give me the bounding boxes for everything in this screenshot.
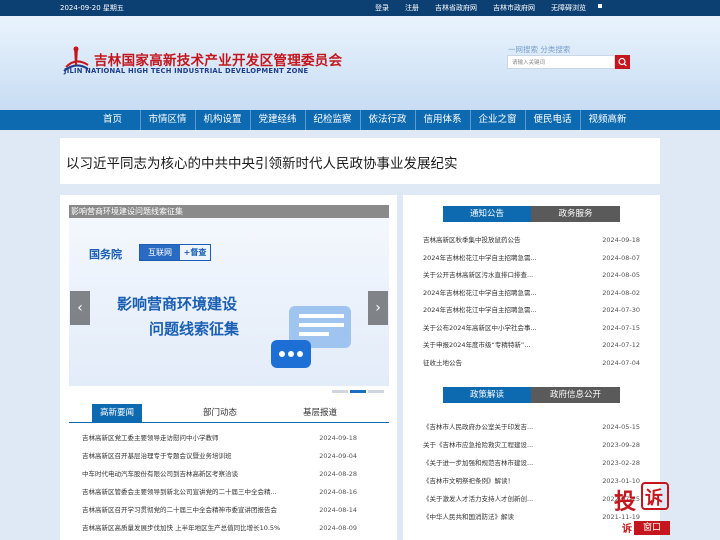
tab-notice[interactable]: 通知公告 [443, 206, 531, 222]
top-bar: 2024-09-20 星期五 登录 注册 吉林省政府网 吉林市政府网 无障碍浏览 [0, 0, 720, 16]
nav-law[interactable]: 依法行政 [361, 110, 416, 130]
list-item[interactable]: 征收土地公告 2024-07-04 [423, 356, 640, 370]
complaint-window-widget[interactable]: 投 诉 诉 窗口 [614, 482, 684, 540]
list-item[interactable]: 吉林高新区高质量发展步伐加快 上半年地区生产总值同比增长10.5% 2024-08… [82, 521, 357, 535]
jilin-city-link[interactable]: 吉林市政府网 [493, 3, 535, 13]
slider-dot-active[interactable] [350, 390, 366, 393]
slide-title-line1: 影响营商环境建设 [117, 295, 238, 313]
top-links: 登录 注册 吉林省政府网 吉林市政府网 无障碍浏览 [375, 3, 602, 13]
complaint-char-2: 诉 [645, 488, 663, 509]
slider-dot[interactable] [332, 390, 348, 393]
news-tabs: 高新要闻 部门动态 基层报道 [92, 404, 392, 422]
complaint-char-1: 投 [614, 489, 637, 515]
list-item[interactable]: 吉林高新区召开学习贯彻党的二十届三中全会精神市委宣讲团报告会 2024-08-14 [82, 503, 357, 517]
list-item[interactable]: 2024年吉林松花江中学自主招聘急需... 2024-08-07 [423, 251, 640, 265]
list-item[interactable]: 关于申报2024年度市级“专精特新”... 2024-07-12 [423, 338, 640, 352]
tab-department-news[interactable]: 部门动态 [192, 404, 248, 422]
badge-internet-text: 互联网 [140, 245, 180, 260]
complaint-badge-icon: 诉 [641, 482, 669, 510]
headline-box: 以习近平同志为核心的中共中央引领新时代人民政协事业发展纪实 [60, 138, 660, 184]
slide-title-line2: 问题线索征集 [149, 320, 240, 338]
list-item[interactable]: 吉林高新区党工委主要领导走访慰问中小学教师 2024-09-18 [82, 431, 357, 445]
nav-video[interactable]: 视频高新 [581, 110, 635, 130]
slider-next-button[interactable]: › [368, 291, 388, 325]
list-item[interactable]: 吉林高新区秋季集中投放鼠药公告 2024-09-18 [423, 233, 640, 247]
list-item[interactable]: 2024年吉林松花江中学自主招聘急需... 2024-07-30 [423, 303, 640, 317]
image-slider[interactable]: 国务院 互联网 +督查 影响营商环境建设 问题线索征集 影响营商环境建设问题线索… [69, 205, 389, 386]
square-icon[interactable] [598, 4, 602, 8]
list-item[interactable]: 《关于激发人才活力支持人才创新创... 2022-07-15 [423, 492, 640, 506]
list-item[interactable]: 关于《吉林市应急抢险救灾工程建设... 2023-09-28 [423, 438, 640, 452]
search-input[interactable]: 请输入关键词 [507, 55, 615, 69]
search-button[interactable] [615, 55, 630, 69]
complaint-window-label: 窗口 [634, 521, 670, 535]
nav-party-building[interactable]: 党建经纬 [251, 110, 306, 130]
tab-grassroots-news[interactable]: 基层报道 [292, 404, 348, 422]
list-item[interactable]: 《吉林市文明祭祀条例》解读！ 2023-01-10 [423, 474, 640, 488]
list-item[interactable]: 《吉林市人民政府办公室关于印发吉... 2024-05-15 [423, 420, 640, 434]
list-item[interactable]: 《中华人民共和国消防法》解读 2021-11-19 [423, 510, 640, 524]
accessibility-link[interactable]: 无障碍浏览 [551, 3, 586, 13]
tab-divider [69, 422, 389, 423]
current-date: 2024-09-20 星期五 [60, 4, 124, 12]
list-item[interactable]: 中车时代电动汽车股份有限公司到吉林高新区考察洽谈 2024-08-28 [82, 467, 357, 481]
site-title-en: JILIN NATIONAL HIGH TECH INDUSTRIAL DEVE… [64, 67, 309, 75]
nav-discipline[interactable]: 纪检监察 [306, 110, 361, 130]
jilin-province-link[interactable]: 吉林省政府网 [435, 3, 477, 13]
nav-enterprise[interactable]: 企业之窗 [471, 110, 526, 130]
search-tabs[interactable]: 一网搜索 分类搜索 [508, 44, 570, 55]
nav-city-info[interactable]: 市情区情 [141, 110, 196, 130]
nav-phone[interactable]: 便民电话 [526, 110, 581, 130]
slider-dot[interactable] [368, 390, 384, 393]
list-item[interactable]: 关于公布2024年高新区中小学社会事... 2024-07-15 [423, 321, 640, 335]
nav-credit[interactable]: 信用体系 [416, 110, 471, 130]
main-nav: 首页 市情区情 机构设置 党建经纬 纪检监察 依法行政 信用体系 企业之窗 便民… [0, 110, 720, 130]
badge-state-council: 国务院 [89, 248, 122, 261]
list-item[interactable]: 2024年吉林松花江中学自主招聘急需... 2024-08-02 [423, 286, 640, 300]
nav-organization[interactable]: 机构设置 [196, 110, 251, 130]
complaint-char-3: 诉 [622, 524, 632, 535]
nav-home[interactable]: 首页 [86, 110, 141, 130]
tab-hi-tech-news[interactable]: 高新要闻 [92, 404, 142, 422]
headline-link[interactable]: 以习近平同志为核心的中共中央引领新时代人民政协事业发展纪实 [66, 152, 458, 172]
login-link[interactable]: 登录 [375, 3, 389, 13]
list-item[interactable]: 吉林高新区管委会主要领导到新北公司宣讲党的二十届三中全会精... 2024-08-… [82, 485, 357, 499]
register-link[interactable]: 注册 [405, 3, 419, 13]
chat-bubbles-icon [271, 306, 351, 368]
tab-gov-service[interactable]: 政务服务 [531, 206, 620, 222]
notice-tabs: 通知公告 政务服务 [443, 206, 620, 222]
policy-tabs: 政策解读 政府信息公开 [443, 387, 620, 403]
list-item[interactable]: 吉林高新区召开基层治理专于专题会议暨业务培训班 2024-09-04 [82, 449, 357, 463]
site-title: 吉林国家高新技术产业开发区管理委员会 [94, 53, 343, 69]
tab-gov-info-disclosure[interactable]: 政府信息公开 [531, 387, 620, 403]
slider-dots [332, 390, 386, 393]
slide-image[interactable]: 国务院 互联网 +督查 影响营商环境建设 问题线索征集 [69, 218, 389, 386]
badge-internet: 互联网 +督查 [139, 244, 211, 261]
list-item[interactable]: 关于公开吉林高新区污水直排口排查... 2024-08-05 [423, 268, 640, 282]
slide-caption[interactable]: 影响营商环境建设问题线索征集 [69, 205, 389, 218]
list-item[interactable]: 《关于进一步加强和规范吉林市建设... 2023-02-28 [423, 456, 640, 470]
slider-prev-button[interactable]: ‹ [70, 291, 90, 325]
tab-policy-interpretation[interactable]: 政策解读 [443, 387, 531, 403]
badge-supervise-text: +督查 [183, 248, 207, 257]
